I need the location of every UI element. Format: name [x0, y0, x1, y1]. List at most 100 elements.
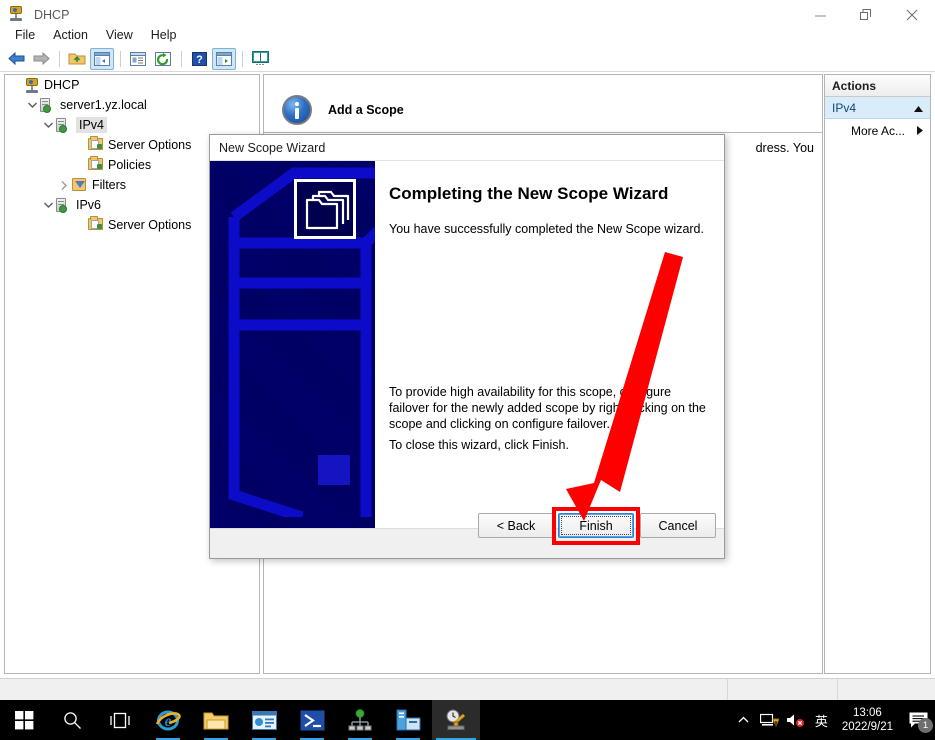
start-button[interactable]: [0, 700, 48, 740]
finish-button[interactable]: Finish: [558, 513, 634, 538]
status-segment-3: [837, 679, 935, 700]
tree-node-label: IPv4: [76, 117, 108, 133]
actions-pane: Actions IPv4 More Ac...: [824, 74, 931, 674]
properties-icon[interactable]: [126, 48, 150, 70]
actions-item-more-actions[interactable]: More Ac...: [825, 119, 930, 143]
dhcp-app-icon[interactable]: [432, 700, 480, 740]
back-icon[interactable]: [4, 48, 28, 70]
server-icon: [39, 97, 56, 113]
actions-header: Actions: [825, 75, 930, 97]
menu-action[interactable]: Action: [44, 26, 97, 44]
finish-button-label: Finish: [579, 518, 613, 533]
folder-icon: [87, 216, 104, 233]
toolbar-separator: [242, 50, 243, 67]
server-tool-icon[interactable]: [384, 700, 432, 740]
notification-icon[interactable]: 1: [901, 700, 935, 740]
background-text: dress. You: [755, 141, 814, 155]
wizard-banner: [210, 161, 375, 528]
svg-text:?: ?: [196, 54, 203, 66]
tree-node-server1-yz-local[interactable]: server1.yz.local: [5, 95, 259, 115]
chevron-down-icon[interactable]: [41, 118, 55, 132]
back-button-label: < Back: [496, 518, 536, 533]
forward-icon[interactable]: [29, 48, 53, 70]
dialog-body: Completing the New Scope Wizard You have…: [210, 161, 724, 528]
server-manager-icon[interactable]: [240, 700, 288, 740]
network-tool-icon[interactable]: [336, 700, 384, 740]
chevron-down-icon[interactable]: [41, 198, 55, 212]
tree-node-label: DHCP: [44, 78, 80, 92]
info-icon: [282, 95, 312, 125]
internet-explorer-icon[interactable]: e: [144, 700, 192, 740]
chevron-up-icon[interactable]: [731, 700, 757, 740]
dialog-title-bar: New Scope Wizard: [210, 135, 724, 161]
show-hide-tree-icon[interactable]: [90, 47, 114, 70]
menu-view[interactable]: View: [97, 26, 142, 44]
tree-node-label: IPv6: [76, 198, 102, 212]
dhcp-icon: [23, 77, 40, 93]
actions-section-ipv4[interactable]: IPv4: [825, 97, 930, 119]
folder-icon: [87, 156, 104, 173]
volume-muted-icon[interactable]: [783, 700, 809, 740]
cancel-button[interactable]: Cancel: [640, 513, 716, 538]
up-folder-icon[interactable]: [65, 48, 89, 70]
dialog-title: New Scope Wizard: [219, 140, 326, 155]
help-book-icon[interactable]: [248, 48, 272, 70]
cancel-button-label: Cancel: [658, 518, 698, 533]
status-segment-2: [727, 679, 837, 700]
dialog-content: Completing the New Scope Wizard You have…: [375, 161, 724, 528]
task-view-icon[interactable]: [96, 700, 144, 740]
refresh-icon[interactable]: [151, 48, 175, 70]
toolbar-separator: [120, 50, 121, 67]
dialog-footer: < Back Finish Cancel: [210, 507, 724, 558]
add-scope-heading: Add a Scope: [282, 95, 404, 125]
powershell-icon[interactable]: [288, 700, 336, 740]
notification-badge: 1: [918, 718, 933, 733]
clock-date: 2022/9/21: [841, 721, 893, 733]
file-explorer-icon[interactable]: [192, 700, 240, 740]
more-actions-label: More Ac...: [850, 124, 905, 138]
system-tray: 英 13:06 2022/9/21 1: [731, 700, 935, 740]
ime-indicator[interactable]: 英: [809, 711, 834, 730]
svg-text:e: e: [164, 713, 171, 730]
clock-time: 13:06: [853, 707, 882, 719]
add-scope-label: Add a Scope: [328, 103, 404, 117]
chevron-up-icon[interactable]: [914, 101, 923, 115]
tree-node-label: Server Options: [108, 138, 192, 152]
tree-node-label: server1.yz.local: [60, 98, 147, 112]
search-icon[interactable]: [48, 700, 96, 740]
menu-file[interactable]: File: [6, 26, 44, 44]
chevron-down-icon[interactable]: [25, 98, 39, 112]
export-list-icon[interactable]: [212, 47, 236, 70]
server-icon: [55, 117, 72, 133]
filter-icon: [71, 177, 88, 193]
new-scope-wizard-dialog: New Scope Wizard Completing the New Scop…: [209, 134, 725, 559]
toolbar: ?: [0, 46, 935, 72]
status-bar: [0, 678, 935, 700]
back-button[interactable]: < Back: [478, 513, 554, 538]
wizard-heading: Completing the New Scope Wizard: [389, 184, 669, 203]
menu-help[interactable]: Help: [142, 26, 186, 44]
tree-node-label: Server Options: [108, 218, 192, 232]
wizard-paragraph-2: To provide high availability for this sc…: [389, 385, 706, 431]
tree-node-dhcp[interactable]: DHCP: [5, 75, 259, 95]
help-icon[interactable]: ?: [187, 48, 211, 70]
toolbar-separator: [181, 50, 182, 67]
tree-node-ipv4[interactable]: IPv4: [5, 115, 259, 135]
window-title: DHCP: [34, 8, 70, 22]
toolbar-separator: [59, 50, 60, 67]
folder-icon: [87, 136, 104, 153]
clock[interactable]: 13:06 2022/9/21: [834, 706, 901, 734]
folder-stack-icon: [294, 179, 356, 239]
dhcp-icon: [8, 6, 26, 24]
wizard-paragraph-1: You have successfully completed the New …: [389, 222, 704, 236]
network-warning-icon[interactable]: [757, 700, 783, 740]
chevron-right-icon[interactable]: [917, 124, 923, 138]
server-icon: [55, 197, 72, 213]
tree-node-label: Filters: [92, 178, 127, 192]
chevron-right-icon[interactable]: [57, 178, 71, 192]
desktop: DHCP File Action View Help ? DHCP server…: [0, 0, 935, 740]
